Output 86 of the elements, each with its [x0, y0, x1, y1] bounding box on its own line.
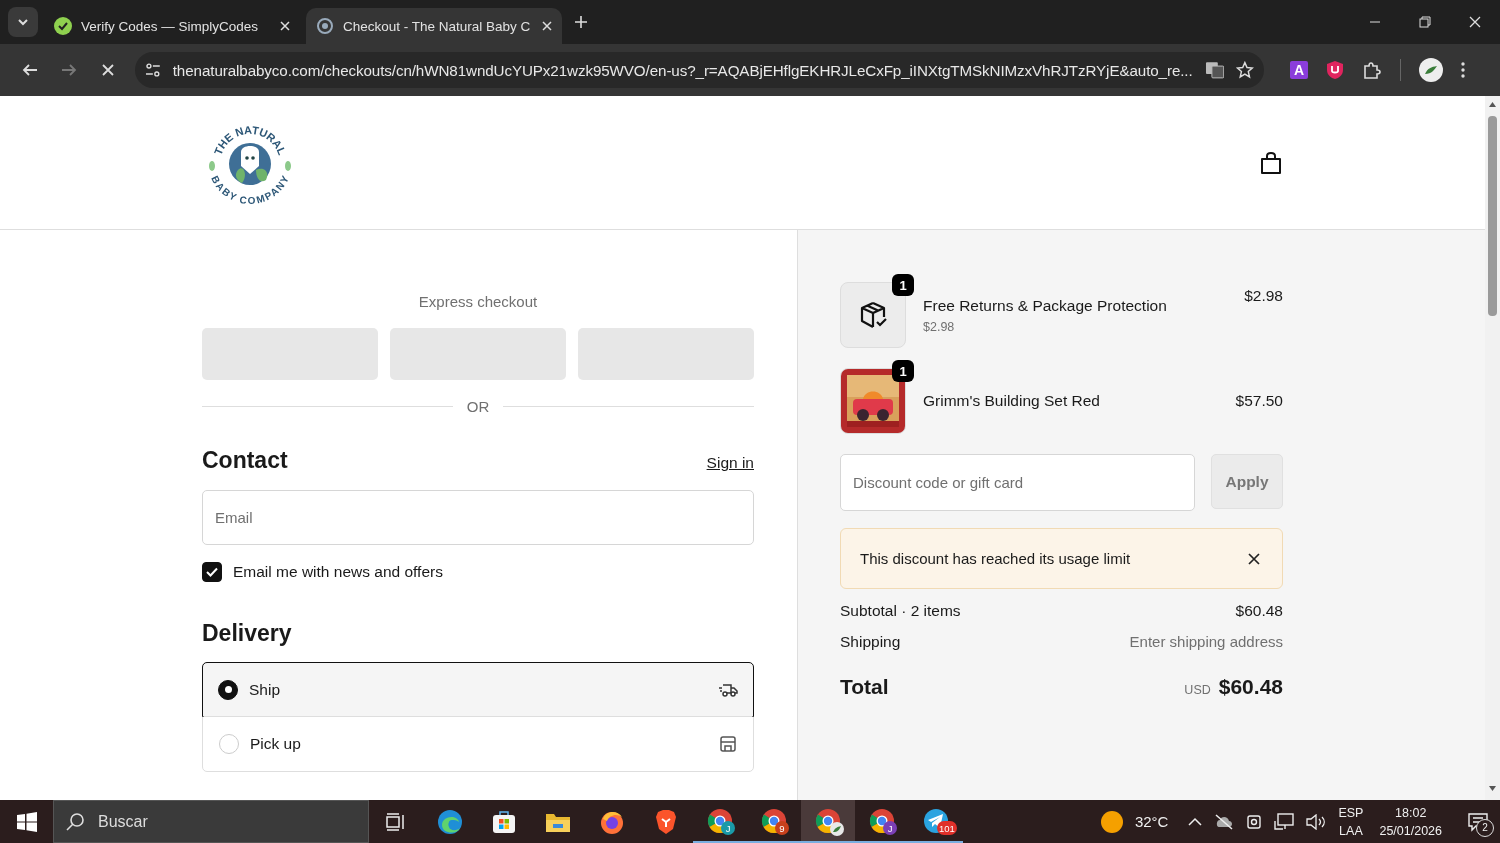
notification-badge: 101 — [937, 821, 957, 835]
shopping-bag-icon[interactable] — [1260, 150, 1282, 175]
notice-text: This discount has reached its usage limit — [860, 550, 1131, 567]
tab-search-button[interactable] — [8, 7, 38, 37]
item-name: Grimm's Building Set Red — [923, 392, 1101, 410]
site-info-icon[interactable] — [145, 63, 161, 77]
divider-label: OR — [466, 398, 490, 415]
checkbox[interactable] — [202, 562, 222, 582]
notification-badge: J — [721, 821, 735, 835]
section-label: Express checkout — [417, 293, 539, 310]
url-text: thenaturalbabyco.com/checkouts/cn/hWN81wndUcYUPx21wzk95WVO/en-us?_r=AQABjEHflgEKHRJLeCxFp_iINXtgTMSkNIMzxVhRJTzRYjE&auto_re... — [172, 61, 1193, 79]
taskbar-app[interactable] — [801, 800, 855, 843]
lion-shield-icon[interactable] — [655, 808, 677, 835]
puzzle-icon[interactable] — [1362, 60, 1382, 80]
item-price: $57.50 — [1235, 392, 1283, 410]
caret-icon — [17, 18, 29, 26]
item-price: $2.98 — [1244, 287, 1283, 305]
back-icon[interactable] — [21, 63, 38, 77]
notification-badge: 9 — [775, 821, 789, 835]
keyboard-layout[interactable]: LAA — [1339, 821, 1363, 840]
taskbar-app[interactable]: J — [855, 800, 909, 843]
option-label: Ship — [249, 680, 282, 699]
network-icon[interactable] — [1274, 812, 1295, 831]
taskbar-app[interactable]: 101 — [909, 800, 963, 843]
browser-tab[interactable]: Verify Codes — SimplyCodes — [44, 8, 300, 44]
forward-icon[interactable] — [60, 63, 77, 77]
sign-in-link[interactable]: Sign in — [706, 454, 754, 472]
cloud-off-icon[interactable] — [1214, 813, 1235, 830]
checkbox-label: Email me with news and offers — [233, 563, 443, 581]
chevron-up-icon[interactable] — [1188, 817, 1203, 826]
apply-button[interactable]: Apply — [1211, 454, 1283, 509]
shield-icon[interactable] — [1326, 60, 1344, 80]
radio-button[interactable] — [218, 679, 238, 700]
close-icon[interactable] — [1248, 552, 1260, 565]
windows-icon[interactable] — [16, 811, 37, 832]
menu-icon[interactable] — [1461, 62, 1465, 78]
camera-icon[interactable] — [1246, 812, 1263, 831]
address-bar[interactable]: thenaturalbabyco.com/checkouts/cn/hWN81wndUcYUPx21wzk95WVO/en-us?_r=AQABjEHflgEKHRJLeCxFp_iINXtgTMSkNIMzxVhRJTzRYjE&auto_re... — [135, 52, 1264, 88]
notification-icon[interactable] — [1468, 811, 1488, 832]
avatar-icon[interactable] — [1419, 58, 1443, 82]
search-placeholder: Buscar — [98, 812, 148, 831]
input-language[interactable]: ESP — [1338, 803, 1364, 822]
quantity-badge: 1 — [892, 360, 914, 382]
temperature[interactable]: 32°C — [1134, 813, 1169, 830]
store-bag-icon[interactable] — [492, 809, 516, 834]
package-check-icon — [858, 300, 888, 330]
check-icon — [206, 567, 218, 577]
clock-date[interactable]: 25/01/2026 — [1379, 821, 1442, 840]
extension-button[interactable]: A — [1290, 61, 1308, 79]
clock-time[interactable]: 18:02 — [1395, 803, 1427, 822]
taskbar-search-field[interactable]: Buscar — [53, 800, 369, 843]
tab-title: Verify Codes — SimplyCodes — [81, 18, 260, 34]
notification-count: 2 — [1476, 818, 1494, 837]
quantity-badge: 1 — [892, 274, 914, 296]
section-heading: Contact — [202, 447, 288, 474]
delivery-option[interactable]: Ship — [202, 662, 754, 717]
total-label: Total — [840, 675, 889, 699]
volume-icon[interactable] — [1306, 813, 1327, 830]
star-icon[interactable] — [1236, 61, 1254, 79]
wave-browser-icon[interactable] — [437, 808, 463, 835]
tab-title: Checkout - The Natural Baby C — [343, 18, 532, 34]
option-label: Pick up — [250, 734, 302, 753]
browser-tab[interactable]: Checkout - The Natural Baby C — [306, 8, 562, 44]
item-name: Free Returns & Package Protection — [923, 296, 1168, 315]
discount-field[interactable]: Discount code or gift card — [840, 454, 1195, 511]
loading-icon — [316, 17, 334, 35]
unit-price: $2.98 — [923, 319, 956, 334]
currency-code: USD — [1184, 683, 1211, 697]
email-field[interactable]: Email — [202, 490, 754, 545]
delivery-option[interactable]: Pick up — [203, 716, 753, 771]
notification-badge: J — [883, 821, 897, 835]
store-icon — [719, 734, 737, 753]
summary-value: $60.48 — [1235, 602, 1283, 620]
plus-icon[interactable] — [574, 15, 588, 29]
section-heading: Delivery — [202, 620, 293, 647]
total-amount: $60.48 — [1218, 675, 1283, 699]
task-view-icon[interactable] — [386, 812, 406, 831]
stop-icon[interactable] — [101, 64, 114, 76]
summary-label: Subtotal · 2 items — [840, 602, 961, 620]
restore-icon[interactable] — [1419, 16, 1431, 28]
summary-label: Shipping — [840, 633, 901, 651]
truck-icon — [718, 681, 738, 698]
search-icon — [66, 812, 84, 831]
summary-value: Enter shipping address — [1129, 633, 1283, 651]
sun-icon[interactable] — [1100, 810, 1123, 833]
scrollbar[interactable] — [1485, 96, 1500, 800]
